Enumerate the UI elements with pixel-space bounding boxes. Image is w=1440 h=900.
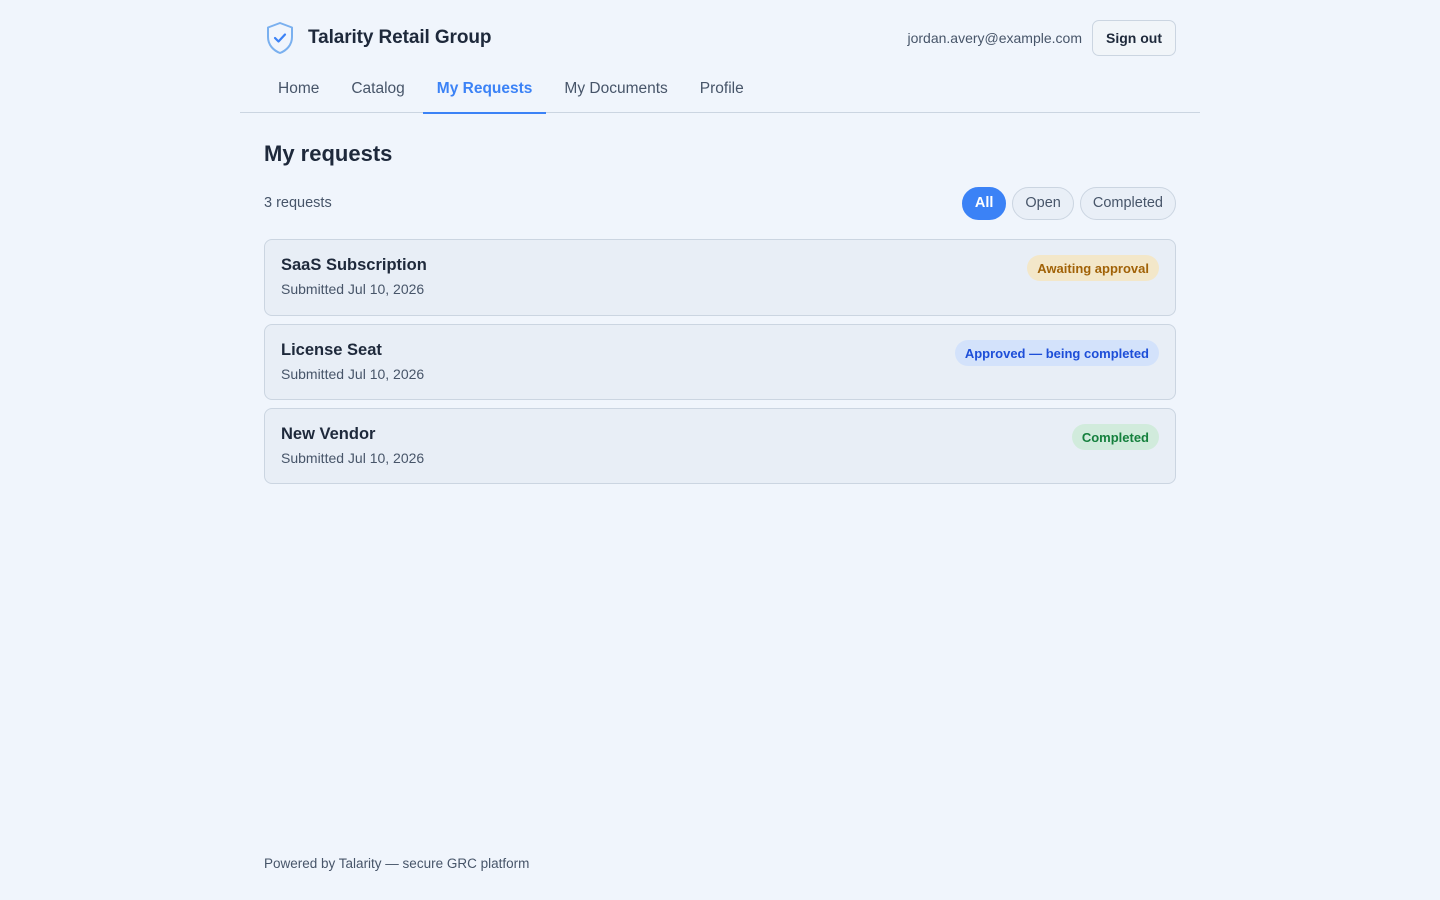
nav-tab-profile[interactable]: Profile xyxy=(686,76,758,113)
user-area: jordan.avery@example.com Sign out xyxy=(907,20,1176,56)
request-submitted-date: Submitted Jul 10, 2026 xyxy=(281,450,425,466)
request-submitted-date: Submitted Jul 10, 2026 xyxy=(281,366,425,382)
app-shell: Talarity Retail Group jordan.avery@examp… xyxy=(240,0,1200,484)
shield-check-icon xyxy=(267,22,293,54)
status-badge: Completed xyxy=(1071,424,1159,450)
brand-name: Talarity Retail Group xyxy=(308,27,492,48)
request-card[interactable]: New Vendor Submitted Jul 10, 2026 Comple… xyxy=(264,408,1176,484)
main-content: My requests 3 requests All Open Complete… xyxy=(240,141,1200,484)
request-card[interactable]: License Seat Submitted Jul 10, 2026 Appr… xyxy=(264,324,1176,400)
page-title: My requests xyxy=(264,141,393,166)
nav-tab-my-requests[interactable]: My Requests xyxy=(422,76,547,114)
filter-open[interactable]: Open xyxy=(1012,186,1074,220)
footer-text: Powered by Talarity — secure GRC platfor… xyxy=(264,856,530,871)
request-count: 3 requests xyxy=(264,195,332,211)
header: Talarity Retail Group jordan.avery@examp… xyxy=(240,0,1200,76)
status-badge: Awaiting approval xyxy=(1027,255,1159,281)
request-submitted-date: Submitted Jul 10, 2026 xyxy=(281,281,425,297)
user-email: jordan.avery@example.com xyxy=(907,30,1082,46)
sign-out-button[interactable]: Sign out xyxy=(1092,20,1176,56)
page: Talarity Retail Group jordan.avery@examp… xyxy=(0,0,1440,900)
status-badge: Approved — being completed xyxy=(954,340,1159,366)
request-card[interactable]: SaaS Subscription Submitted Jul 10, 2026… xyxy=(264,239,1176,316)
brand[interactable]: Talarity Retail Group xyxy=(264,21,491,55)
main-nav: Home Catalog My Requests My Documents Pr… xyxy=(240,76,1200,114)
request-list: SaaS Subscription Submitted Jul 10, 2026… xyxy=(264,239,1176,484)
filter-completed[interactable]: Completed xyxy=(1079,186,1176,220)
nav-tab-my-documents[interactable]: My Documents xyxy=(550,76,681,113)
filter-all[interactable]: All xyxy=(961,186,1007,220)
request-title: New Vendor xyxy=(281,425,376,443)
nav-tab-home[interactable]: Home xyxy=(264,76,333,113)
requests-toolbar: 3 requests All Open Completed xyxy=(264,186,1176,220)
status-filters: All Open Completed xyxy=(961,186,1176,220)
nav-tab-catalog[interactable]: Catalog xyxy=(337,76,418,113)
